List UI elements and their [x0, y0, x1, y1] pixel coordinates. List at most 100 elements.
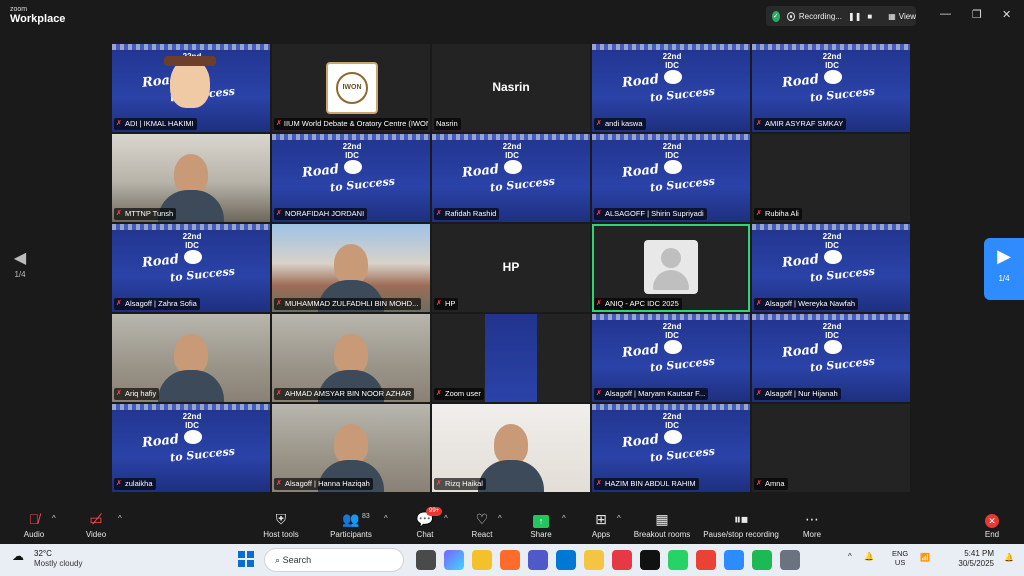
apps-button[interactable]: ⊞ Apps [571, 510, 631, 539]
end-label: End [984, 530, 1000, 539]
chat-caret[interactable]: ^ [444, 514, 448, 523]
pause-recording-button[interactable]: ❚❚ [848, 12, 861, 21]
more-button[interactable]: ⋯ More [782, 510, 842, 539]
pause-stop-label: Pause/stop recording [703, 530, 779, 539]
participant-tile[interactable]: ✗ MUHAMMAD ZULFADHLI BIN MOHD... [272, 224, 430, 312]
minimize-button[interactable]: — [940, 8, 951, 20]
clock[interactable]: 5:41 PM 30/5/2025 [944, 549, 994, 569]
region-code: US [894, 558, 906, 567]
settings-icon[interactable] [780, 550, 800, 570]
participant-tile[interactable]: ✗ Zoom user [432, 314, 590, 402]
idc-logo: 22nd IDC [822, 232, 842, 250]
participant-tile[interactable]: 22nd IDC Road to Success ✗ Alsagoff | Maryam… [592, 314, 750, 402]
breakout-label: Breakout rooms [633, 530, 691, 539]
participant-tile[interactable]: 22nd IDC Road to Success ✗ Alsagoff | Zahra … [112, 224, 270, 312]
apps-caret[interactable]: ^ [617, 514, 621, 523]
react-button[interactable]: ♡ React [452, 510, 512, 539]
chevron-up-icon: ^ [848, 552, 852, 561]
participant-tile[interactable]: 22nd IDC Road to Success ✗ AMIR ASYRAF SMKAY [752, 44, 910, 132]
participant-tile[interactable]: ✗ Alsagoff | Hanna Haziqah [272, 404, 430, 492]
participant-tile[interactable]: ✗ Ariq hafiy [112, 314, 270, 402]
wps-icon[interactable] [612, 550, 632, 570]
mic-muted-icon: ✗ [756, 390, 762, 397]
participant-name-tag: ✗ AMIR ASYRAF SMKAY [754, 118, 847, 130]
system-tray[interactable]: ^ 🔔 [848, 552, 874, 561]
taskbar-search[interactable]: ⌕ Search [264, 548, 404, 572]
video-options-caret[interactable]: ^ [118, 514, 122, 523]
file-explorer-icon[interactable] [472, 550, 492, 570]
view-button[interactable]: ▦ View [888, 12, 916, 21]
mic-muted-icon: ✗ [436, 210, 442, 217]
idc-logo: 22nd IDC [662, 52, 682, 70]
participant-tile[interactable]: 22nd IDC Road to Success ✗ ALSAGOFF | Shirin… [592, 134, 750, 222]
wifi-icon[interactable]: 📶 [920, 553, 930, 562]
mic-muted-icon: ✗ [276, 210, 282, 217]
stop-recording-button[interactable]: ■ [867, 12, 872, 21]
banner-lace [752, 314, 910, 320]
participant-tile[interactable]: 22nd IDC Road to Success ✗ Rafidah Rashid [432, 134, 590, 222]
pause-stop-recording-button[interactable]: ⏸⏹ Pause/stop recording [698, 510, 784, 539]
participant-tile[interactable]: 22nd IDC Road to Success ✗ Alsagoff | Wereyk… [752, 224, 910, 312]
restore-button[interactable]: ❐ [972, 8, 982, 21]
participant-tile[interactable]: Nasrin Nasrin [432, 44, 590, 132]
participant-tile[interactable]: 22nd IDC Road to Success ✗ NORAFIDAH JORDANI [272, 134, 430, 222]
weather-widget[interactable]: ☁ 32°C Mostly cloudy [12, 549, 82, 569]
participant-tile[interactable]: HP ✗ HP [432, 224, 590, 312]
firefox-icon[interactable] [500, 550, 520, 570]
close-button[interactable]: ✕ [1002, 8, 1011, 21]
participant-tile[interactable]: 22nd IDC Road to Success ✗ andi kaswa [592, 44, 750, 132]
participants-button[interactable]: 👥 Participants [321, 510, 381, 539]
breakout-rooms-button[interactable]: ▦ Breakout rooms [626, 510, 698, 539]
participant-tile[interactable]: IWON ✗ IIUM World Debate & Oratory Centre … [272, 44, 430, 132]
hat-icon [164, 56, 216, 66]
spotify-icon[interactable] [752, 550, 772, 570]
participant-tile[interactable]: 22nd IDC Road to Success ✗ Alsagoff | Nur Hi… [752, 314, 910, 402]
folder-icon[interactable] [584, 550, 604, 570]
chrome-icon[interactable] [696, 550, 716, 570]
participant-tile[interactable]: ✗ Amna [752, 404, 910, 492]
zoom-icon[interactable] [724, 550, 744, 570]
participant-face [334, 244, 368, 284]
participants-caret[interactable]: ^ [384, 514, 388, 523]
previous-page-button[interactable]: ◀ 1/4 [6, 248, 34, 296]
participant-name: NORAFIDAH JORDANI [285, 209, 365, 218]
edge-icon[interactable] [556, 550, 576, 570]
participant-name: Rafidah Rashid [445, 209, 497, 218]
react-caret[interactable]: ^ [498, 514, 502, 523]
participant-face [334, 334, 368, 374]
next-page-button[interactable]: ▶ 1/4 [984, 238, 1024, 300]
participant-tile[interactable]: ✗ Rubiha Ali [752, 134, 910, 222]
end-button[interactable]: ✕ End [962, 510, 1022, 539]
share-caret[interactable]: ^ [562, 514, 566, 523]
banner-road-text: Road [621, 72, 660, 91]
participant-tile[interactable]: ✗ ANIQ - APC IDC 2025 [592, 224, 750, 312]
participant-tile[interactable]: ✗ AHMAD AMSYAR BIN NOOR AZHAR [272, 314, 430, 402]
task-view-icon[interactable] [416, 550, 436, 570]
participant-tile[interactable]: 22nd IDC Road to Success ✗ zulaikha [112, 404, 270, 492]
participant-name-tag: ✗ HP [434, 298, 459, 310]
shield-icon: ✓ [772, 10, 780, 22]
audio-options-caret[interactable]: ^ [52, 514, 56, 523]
windows-taskbar: ☁ 32°C Mostly cloudy ⌕ Search ^ 🔔 ENG US… [0, 544, 1024, 576]
participant-tile[interactable]: ✗ MTTNP Tunsh [112, 134, 270, 222]
video-button[interactable]: ▭̸ Video [66, 510, 126, 539]
whatsapp-icon[interactable] [668, 550, 688, 570]
banner-road-text: Road [141, 252, 180, 271]
speech-bubble-icon [504, 160, 522, 174]
tiktok-icon[interactable] [640, 550, 660, 570]
participant-tile[interactable]: 22nd IDC Road to Success ✗ HAZIM BIN ABDUL R… [592, 404, 750, 492]
participants-label: Participants [330, 530, 372, 539]
mic-muted-icon: ✗ [756, 210, 762, 217]
banner-lace [432, 134, 590, 140]
start-button[interactable] [238, 551, 254, 567]
notification-icon[interactable]: 🔔 [1004, 553, 1014, 562]
participant-tile[interactable]: ✗ Rizq Haikal [432, 404, 590, 492]
speech-bubble-icon [664, 70, 682, 84]
host-tools-button[interactable]: ⛨ Host tools [251, 510, 311, 539]
copilot-icon[interactable] [444, 550, 464, 570]
teams-icon[interactable] [528, 550, 548, 570]
language-indicator[interactable]: ENG US [892, 549, 908, 567]
banner-thumbnail [485, 314, 537, 402]
participant-tile[interactable]: 22nd IDCRoadto Success✗ADI | IKMAL HAKIM… [112, 44, 270, 132]
recording-indicator[interactable]: ✓ Recording... ❚❚ ■ ▦ View [766, 6, 916, 26]
